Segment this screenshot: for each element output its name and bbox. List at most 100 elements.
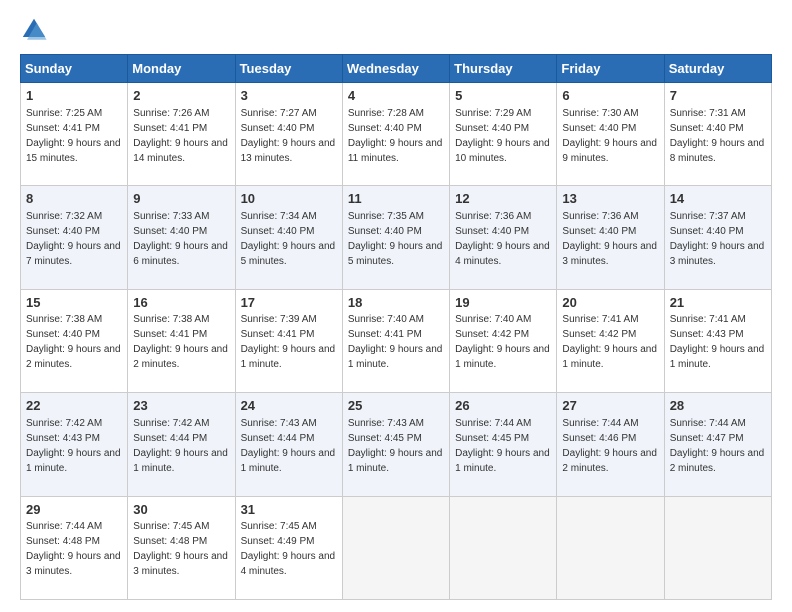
- day-cell-26: 26 Sunrise: 7:44 AMSunset: 4:45 PMDaylig…: [450, 393, 557, 496]
- day-info: Sunrise: 7:39 AMSunset: 4:41 PMDaylight:…: [241, 314, 336, 370]
- day-info: Sunrise: 7:29 AMSunset: 4:40 PMDaylight:…: [455, 108, 550, 164]
- day-cell-13: 13 Sunrise: 7:36 AMSunset: 4:40 PMDaylig…: [557, 186, 664, 289]
- day-info: Sunrise: 7:44 AMSunset: 4:47 PMDaylight:…: [670, 418, 765, 474]
- day-number: 28: [670, 397, 766, 415]
- day-cell-1: 1 Sunrise: 7:25 AMSunset: 4:41 PMDayligh…: [21, 83, 128, 186]
- day-cell-27: 27 Sunrise: 7:44 AMSunset: 4:46 PMDaylig…: [557, 393, 664, 496]
- day-number: 3: [241, 87, 337, 105]
- page: SundayMondayTuesdayWednesdayThursdayFrid…: [0, 0, 792, 612]
- day-number: 24: [241, 397, 337, 415]
- day-number: 21: [670, 294, 766, 312]
- week-row-1: 1 Sunrise: 7:25 AMSunset: 4:41 PMDayligh…: [21, 83, 772, 186]
- day-info: Sunrise: 7:41 AMSunset: 4:43 PMDaylight:…: [670, 314, 765, 370]
- day-number: 16: [133, 294, 229, 312]
- empty-cell: [450, 496, 557, 599]
- day-cell-14: 14 Sunrise: 7:37 AMSunset: 4:40 PMDaylig…: [664, 186, 771, 289]
- day-cell-29: 29 Sunrise: 7:44 AMSunset: 4:48 PMDaylig…: [21, 496, 128, 599]
- day-number: 20: [562, 294, 658, 312]
- day-cell-24: 24 Sunrise: 7:43 AMSunset: 4:44 PMDaylig…: [235, 393, 342, 496]
- day-number: 2: [133, 87, 229, 105]
- day-number: 13: [562, 190, 658, 208]
- day-info: Sunrise: 7:33 AMSunset: 4:40 PMDaylight:…: [133, 211, 228, 267]
- day-cell-23: 23 Sunrise: 7:42 AMSunset: 4:44 PMDaylig…: [128, 393, 235, 496]
- day-info: Sunrise: 7:36 AMSunset: 4:40 PMDaylight:…: [562, 211, 657, 267]
- day-number: 31: [241, 501, 337, 519]
- day-info: Sunrise: 7:30 AMSunset: 4:40 PMDaylight:…: [562, 108, 657, 164]
- column-header-monday: Monday: [128, 55, 235, 83]
- day-number: 7: [670, 87, 766, 105]
- day-info: Sunrise: 7:45 AMSunset: 4:48 PMDaylight:…: [133, 521, 228, 577]
- day-info: Sunrise: 7:43 AMSunset: 4:45 PMDaylight:…: [348, 418, 443, 474]
- column-header-thursday: Thursday: [450, 55, 557, 83]
- day-cell-19: 19 Sunrise: 7:40 AMSunset: 4:42 PMDaylig…: [450, 289, 557, 392]
- week-row-2: 8 Sunrise: 7:32 AMSunset: 4:40 PMDayligh…: [21, 186, 772, 289]
- day-cell-2: 2 Sunrise: 7:26 AMSunset: 4:41 PMDayligh…: [128, 83, 235, 186]
- day-cell-11: 11 Sunrise: 7:35 AMSunset: 4:40 PMDaylig…: [342, 186, 449, 289]
- day-info: Sunrise: 7:44 AMSunset: 4:45 PMDaylight:…: [455, 418, 550, 474]
- header: [20, 16, 772, 44]
- empty-cell: [664, 496, 771, 599]
- calendar-header-row: SundayMondayTuesdayWednesdayThursdayFrid…: [21, 55, 772, 83]
- logo: [20, 16, 52, 44]
- day-info: Sunrise: 7:28 AMSunset: 4:40 PMDaylight:…: [348, 108, 443, 164]
- day-cell-8: 8 Sunrise: 7:32 AMSunset: 4:40 PMDayligh…: [21, 186, 128, 289]
- day-info: Sunrise: 7:38 AMSunset: 4:40 PMDaylight:…: [26, 314, 121, 370]
- day-cell-4: 4 Sunrise: 7:28 AMSunset: 4:40 PMDayligh…: [342, 83, 449, 186]
- day-number: 10: [241, 190, 337, 208]
- empty-cell: [557, 496, 664, 599]
- day-number: 1: [26, 87, 122, 105]
- day-info: Sunrise: 7:32 AMSunset: 4:40 PMDaylight:…: [26, 211, 121, 267]
- week-row-5: 29 Sunrise: 7:44 AMSunset: 4:48 PMDaylig…: [21, 496, 772, 599]
- day-number: 14: [670, 190, 766, 208]
- day-cell-12: 12 Sunrise: 7:36 AMSunset: 4:40 PMDaylig…: [450, 186, 557, 289]
- day-number: 22: [26, 397, 122, 415]
- day-number: 26: [455, 397, 551, 415]
- day-cell-18: 18 Sunrise: 7:40 AMSunset: 4:41 PMDaylig…: [342, 289, 449, 392]
- day-number: 19: [455, 294, 551, 312]
- day-number: 29: [26, 501, 122, 519]
- day-cell-20: 20 Sunrise: 7:41 AMSunset: 4:42 PMDaylig…: [557, 289, 664, 392]
- day-number: 30: [133, 501, 229, 519]
- day-cell-3: 3 Sunrise: 7:27 AMSunset: 4:40 PMDayligh…: [235, 83, 342, 186]
- day-number: 18: [348, 294, 444, 312]
- column-header-sunday: Sunday: [21, 55, 128, 83]
- day-cell-22: 22 Sunrise: 7:42 AMSunset: 4:43 PMDaylig…: [21, 393, 128, 496]
- day-cell-31: 31 Sunrise: 7:45 AMSunset: 4:49 PMDaylig…: [235, 496, 342, 599]
- column-header-tuesday: Tuesday: [235, 55, 342, 83]
- day-info: Sunrise: 7:45 AMSunset: 4:49 PMDaylight:…: [241, 521, 336, 577]
- day-cell-30: 30 Sunrise: 7:45 AMSunset: 4:48 PMDaylig…: [128, 496, 235, 599]
- day-number: 8: [26, 190, 122, 208]
- day-info: Sunrise: 7:36 AMSunset: 4:40 PMDaylight:…: [455, 211, 550, 267]
- day-cell-5: 5 Sunrise: 7:29 AMSunset: 4:40 PMDayligh…: [450, 83, 557, 186]
- day-cell-28: 28 Sunrise: 7:44 AMSunset: 4:47 PMDaylig…: [664, 393, 771, 496]
- day-number: 17: [241, 294, 337, 312]
- calendar-table: SundayMondayTuesdayWednesdayThursdayFrid…: [20, 54, 772, 600]
- day-cell-7: 7 Sunrise: 7:31 AMSunset: 4:40 PMDayligh…: [664, 83, 771, 186]
- logo-icon: [20, 16, 48, 44]
- day-cell-21: 21 Sunrise: 7:41 AMSunset: 4:43 PMDaylig…: [664, 289, 771, 392]
- column-header-wednesday: Wednesday: [342, 55, 449, 83]
- day-info: Sunrise: 7:34 AMSunset: 4:40 PMDaylight:…: [241, 211, 336, 267]
- day-info: Sunrise: 7:41 AMSunset: 4:42 PMDaylight:…: [562, 314, 657, 370]
- day-cell-17: 17 Sunrise: 7:39 AMSunset: 4:41 PMDaylig…: [235, 289, 342, 392]
- day-info: Sunrise: 7:37 AMSunset: 4:40 PMDaylight:…: [670, 211, 765, 267]
- day-info: Sunrise: 7:40 AMSunset: 4:41 PMDaylight:…: [348, 314, 443, 370]
- day-info: Sunrise: 7:31 AMSunset: 4:40 PMDaylight:…: [670, 108, 765, 164]
- day-cell-9: 9 Sunrise: 7:33 AMSunset: 4:40 PMDayligh…: [128, 186, 235, 289]
- day-info: Sunrise: 7:42 AMSunset: 4:43 PMDaylight:…: [26, 418, 121, 474]
- day-cell-10: 10 Sunrise: 7:34 AMSunset: 4:40 PMDaylig…: [235, 186, 342, 289]
- day-info: Sunrise: 7:35 AMSunset: 4:40 PMDaylight:…: [348, 211, 443, 267]
- day-info: Sunrise: 7:27 AMSunset: 4:40 PMDaylight:…: [241, 108, 336, 164]
- day-number: 27: [562, 397, 658, 415]
- day-info: Sunrise: 7:43 AMSunset: 4:44 PMDaylight:…: [241, 418, 336, 474]
- day-number: 11: [348, 190, 444, 208]
- column-header-saturday: Saturday: [664, 55, 771, 83]
- day-cell-6: 6 Sunrise: 7:30 AMSunset: 4:40 PMDayligh…: [557, 83, 664, 186]
- day-cell-25: 25 Sunrise: 7:43 AMSunset: 4:45 PMDaylig…: [342, 393, 449, 496]
- day-info: Sunrise: 7:44 AMSunset: 4:48 PMDaylight:…: [26, 521, 121, 577]
- day-number: 9: [133, 190, 229, 208]
- day-info: Sunrise: 7:40 AMSunset: 4:42 PMDaylight:…: [455, 314, 550, 370]
- day-info: Sunrise: 7:42 AMSunset: 4:44 PMDaylight:…: [133, 418, 228, 474]
- day-number: 25: [348, 397, 444, 415]
- day-cell-15: 15 Sunrise: 7:38 AMSunset: 4:40 PMDaylig…: [21, 289, 128, 392]
